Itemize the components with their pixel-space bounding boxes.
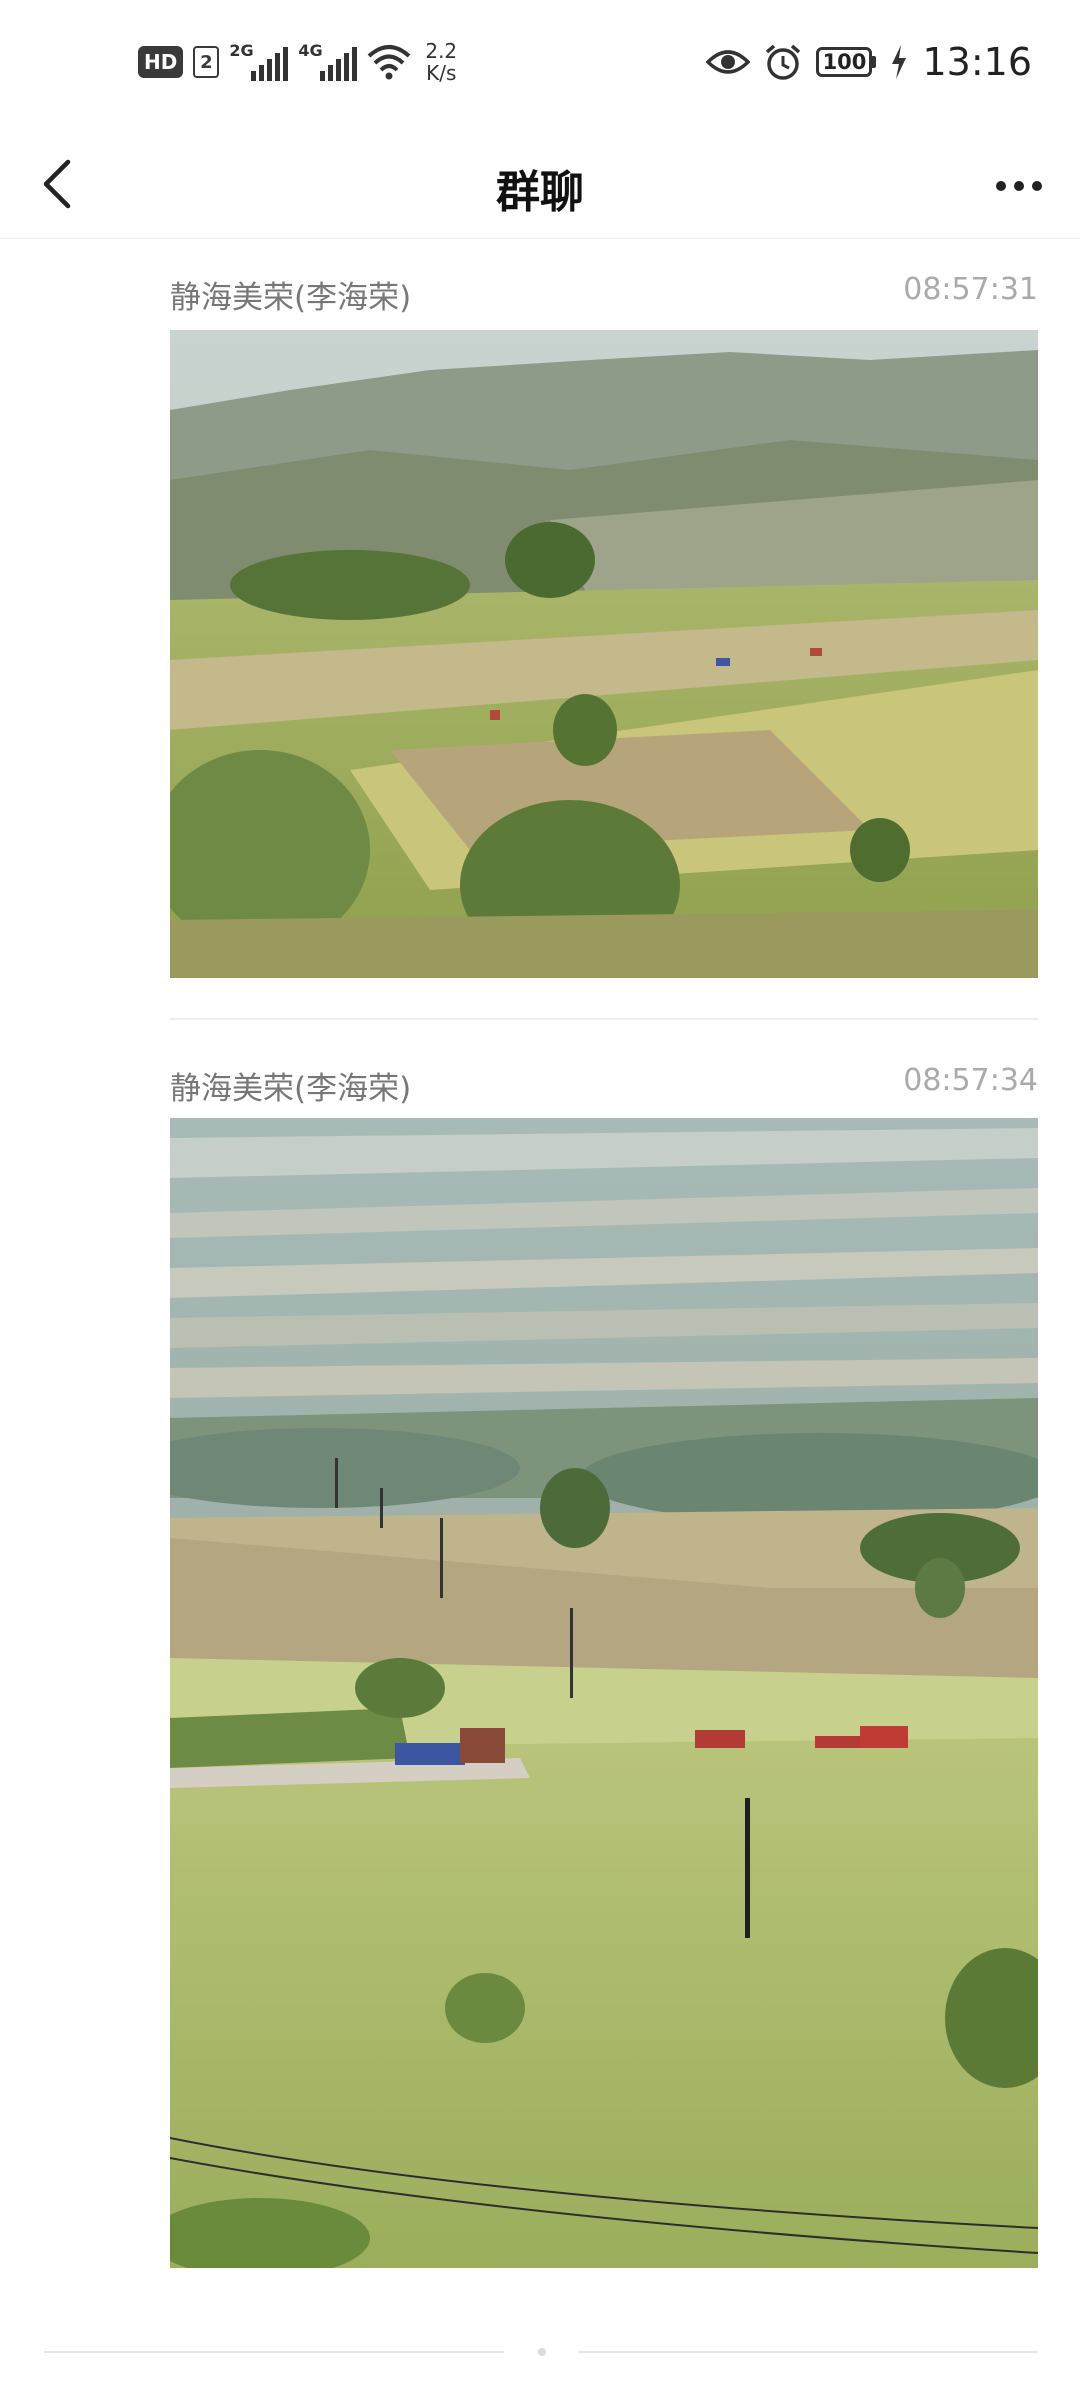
bottom-dot <box>538 2348 546 2356</box>
signal-4g: 4G <box>298 41 358 81</box>
eye-icon <box>706 50 751 74</box>
bottom-divider <box>44 2351 504 2353</box>
more-icon[interactable] <box>986 158 1052 214</box>
landscape-photo-1 <box>170 330 1038 978</box>
header: 群聊 <box>0 130 1080 239</box>
wifi-icon <box>368 45 411 80</box>
message-divider <box>170 1018 1038 1020</box>
network-speed: 2.2 K/s <box>425 40 457 84</box>
sender-name: 静海美荣(李海荣) <box>170 1071 412 1107</box>
signal-2g-label: 2G <box>229 41 254 60</box>
message-item: 静海美荣(李海荣) 08:57:34 <box>170 1063 1038 1113</box>
status-bar: HD 2 2G 4G 2.2 K/s 100 13:16 <box>0 0 1080 130</box>
sim-number: 2 <box>193 46 220 78</box>
message-time: 08:57:31 <box>903 272 1038 307</box>
speed-value: 2.2 <box>425 39 458 63</box>
bottom-divider <box>578 2351 1038 2353</box>
landscape-photo-2 <box>170 1118 1038 2268</box>
status-time: 13:16 <box>922 40 1032 84</box>
message-photo[interactable] <box>170 1118 1038 2268</box>
message-time: 08:57:34 <box>903 1063 1038 1098</box>
battery-level: 100 <box>816 47 873 77</box>
hd-badge: HD <box>138 46 184 78</box>
signal-bars-icon <box>251 45 289 81</box>
speed-unit: K/s <box>426 61 457 85</box>
signal-2g: 2G <box>229 41 289 81</box>
battery-icon: 100 <box>816 47 877 77</box>
message-photo[interactable] <box>170 330 1038 978</box>
sender-name: 静海美荣(李海荣) <box>170 280 412 316</box>
status-left: HD 2 2G 4G 2.2 K/s <box>138 40 457 84</box>
alarm-icon <box>766 44 801 80</box>
status-right: 100 13:16 <box>706 40 1032 84</box>
charging-icon <box>892 45 907 79</box>
page-title: 群聊 <box>496 167 584 218</box>
signal-bars-icon <box>320 45 358 81</box>
signal-4g-label: 4G <box>298 41 323 60</box>
message-item: 静海美荣(李海荣) 08:57:31 <box>170 272 1038 322</box>
